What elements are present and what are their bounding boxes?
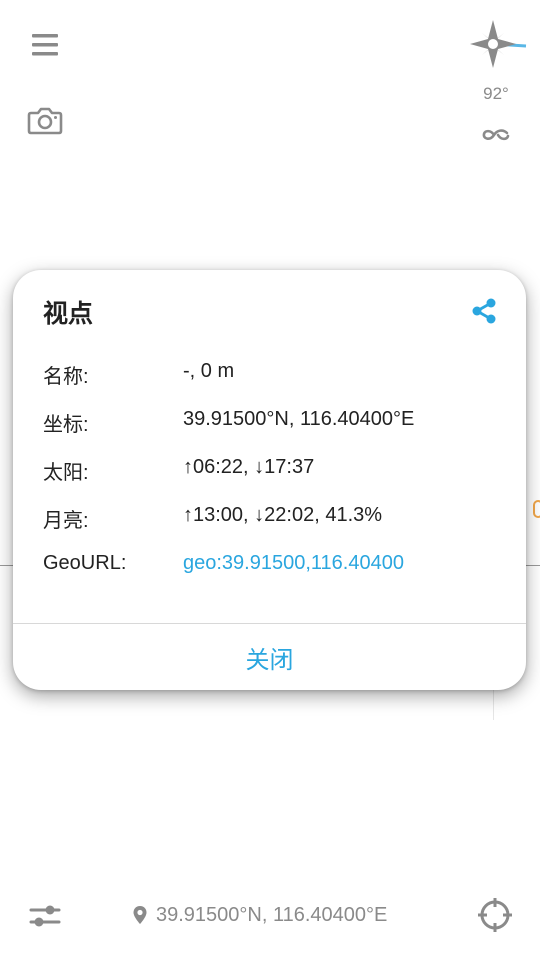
link-icon	[482, 129, 510, 141]
close-button[interactable]: 关闭	[13, 624, 526, 690]
row-value: ↑13:00, ↓22:02, 41.3%	[183, 504, 383, 526]
settings-button[interactable]	[26, 900, 64, 932]
coordinates-text: 39.91500°N, 116.40400°E	[156, 903, 388, 926]
current-coordinates[interactable]: 39.91500°N, 116.40400°E	[132, 902, 387, 928]
link-button[interactable]	[476, 120, 516, 150]
row-label: 坐标:	[43, 414, 89, 436]
locate-button[interactable]	[476, 896, 514, 934]
share-icon	[472, 298, 496, 324]
info-row-geourl: GeoURL: geo:39.91500,116.40400	[43, 552, 513, 582]
share-button[interactable]	[467, 294, 501, 328]
camera-button[interactable]	[24, 100, 66, 140]
map-marker-edge	[533, 500, 540, 518]
row-label: 太阳:	[43, 462, 89, 484]
heading-readout: 92°	[483, 84, 509, 103]
info-row-sun: 太阳: ↑06:22, ↓17:37	[43, 456, 513, 486]
geourl-link[interactable]: geo:39.91500,116.40400	[183, 552, 404, 575]
info-row-moon: 月亮: ↑13:00, ↓22:02, 41.3%	[43, 504, 513, 534]
row-value: ↑06:22, ↓17:37	[183, 456, 315, 478]
camera-icon	[27, 107, 63, 135]
menu-button[interactable]	[26, 28, 64, 62]
viewpoint-dialog: 视点 名称: -, 0 m 坐标: 39.91500°N, 116.40400°…	[13, 270, 526, 690]
map-screen[interactable]: 92° 视点 名称: -, 0 m 坐标: 39.91500°N, 116.40…	[0, 0, 540, 960]
compass-icon	[470, 20, 527, 68]
info-row-name: 名称: -, 0 m	[43, 360, 513, 390]
dialog-title: 视点	[43, 300, 94, 328]
row-value: -, 0 m	[183, 360, 235, 382]
map-line-vertical	[493, 690, 494, 720]
row-label: GeoURL:	[43, 552, 127, 574]
menu-icon	[32, 34, 58, 56]
sliders-icon	[29, 905, 61, 927]
location-pin-icon	[133, 906, 147, 924]
crosshair-icon	[478, 898, 512, 932]
info-row-coordinates: 坐标: 39.91500°N, 116.40400°E	[43, 408, 513, 438]
compass-button[interactable]	[468, 18, 528, 74]
row-value: 39.91500°N, 116.40400°E	[183, 408, 415, 430]
row-label: 名称:	[43, 366, 89, 388]
row-label: 月亮:	[43, 510, 89, 532]
